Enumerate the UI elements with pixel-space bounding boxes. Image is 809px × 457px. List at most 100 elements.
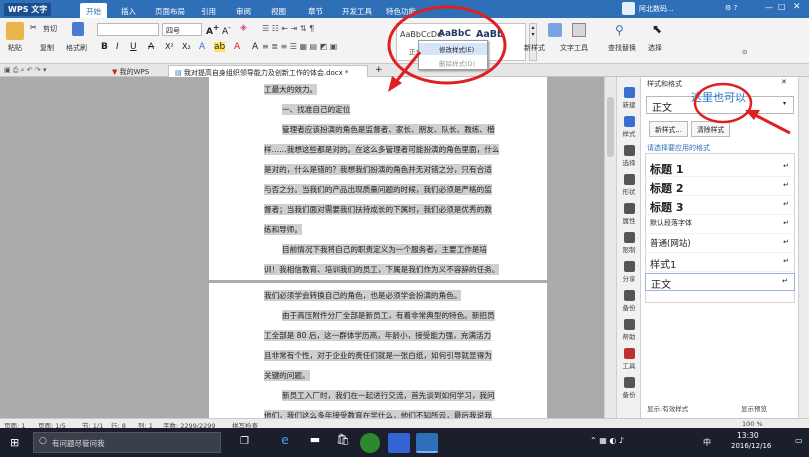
tab-my-wps[interactable]: ▼ 我的WPS [106, 65, 155, 77]
current-style-dropdown-icon[interactable]: ▾ [783, 100, 786, 107]
style-preview-heading1[interactable]: AaBbC [438, 29, 471, 39]
text-line[interactable]: 目前情况下我将自己的职责定义为一个服务者，主要工作是培 [282, 242, 538, 259]
user-name[interactable]: 阿北数码... [639, 4, 674, 14]
clear-style-button[interactable]: 清除样式 [691, 121, 731, 137]
document-page-2[interactable]: 我们必须学会转换自己的角色，也是必须学会扮演的角色。由于高压附件分厂全部是新员工… [209, 283, 547, 421]
windows-start-icon[interactable]: ⊞ [10, 436, 19, 449]
document-scrollbar[interactable] [604, 77, 616, 418]
char-border-icon[interactable]: A [252, 42, 258, 52]
tab-view[interactable]: 视图 [265, 3, 292, 18]
cut-button[interactable]: 剪切 [43, 24, 57, 34]
strikethrough-icon[interactable]: A [148, 42, 154, 52]
new-style-panel-button[interactable]: 新样式... [649, 121, 688, 137]
document-page-1[interactable]: 工最大的效力。一、找准自己的定位 管理者应该扮演的角色是监督者、家长、朋友、队长、… [209, 77, 547, 280]
style-item-0[interactable]: 标题 1 ↵ [645, 159, 795, 177]
text-line[interactable]: 一、找准自己的定位 [282, 102, 538, 119]
task-view-icon[interactable]: ❐ [240, 436, 249, 447]
find-replace-icon[interactable]: ⚲ [615, 23, 624, 37]
close-icon[interactable]: ✕ [793, 2, 801, 12]
minimize-icon[interactable]: — [765, 3, 773, 12]
ime-indicator[interactable]: 中 [703, 437, 711, 448]
sidebar-item-2[interactable]: 选择 [617, 143, 641, 173]
font-color-icon[interactable]: A [234, 42, 240, 52]
scroll-thumb[interactable] [607, 97, 614, 157]
format-painter-button[interactable]: 格式刷 [66, 43, 87, 53]
text-tools-button[interactable]: 文字工具 [560, 43, 588, 53]
comment-label-icon[interactable]: ⊙ [742, 48, 747, 56]
text-line[interactable]: 练和导师。 [264, 222, 538, 239]
text-line[interactable]: 与否之分。当我们的产品出现质量问题的时候，我们必须是严格的监 [264, 182, 538, 199]
font-size-select[interactable]: 四号 [162, 23, 202, 36]
text-line[interactable]: 且非常有个性，对于企业的责任们就是一张白纸，如何引导就显得为 [264, 348, 538, 365]
tray-icons[interactable]: ⌃ ▦ ◐ ♪ [590, 436, 624, 445]
window-controls-extra-icon[interactable]: ⚙ ? [725, 4, 737, 12]
modify-style-item[interactable]: 修改样式(E) [419, 43, 487, 55]
align-tools-icon[interactable]: ≡ ≣ ≡ ☰ ▦ ▤ ◩ ▣ [262, 42, 337, 51]
explorer-icon[interactable]: ▬ [304, 433, 326, 453]
wps-logo[interactable]: WPS 文字 [4, 3, 52, 16]
copy-button[interactable]: 复制 [40, 43, 54, 53]
sidebar-item-1[interactable]: 样式 [617, 114, 641, 144]
style-item-2[interactable]: 标题 3 ↵ [645, 197, 795, 215]
text-line[interactable]: 工最大的效力。 [264, 82, 538, 99]
style-preview-normal[interactable]: AaBbCcDd [400, 30, 442, 39]
document-area[interactable]: 工最大的效力。一、找准自己的定位 管理者应该扮演的角色是监督者、家长、朋友、队长、… [0, 77, 616, 421]
wps-taskbar-icon[interactable] [416, 433, 438, 453]
taskbar-search[interactable]: ○ 有问题尽管问我 [33, 432, 221, 453]
text-line[interactable]: 管理者应该扮演的角色是监督者、家长、朋友、队长、教练、楷 [282, 122, 538, 139]
clear-format-icon[interactable]: ◈ [240, 23, 247, 33]
right-scrollbar[interactable] [798, 77, 809, 418]
style-preview-heading2[interactable]: AaBb [476, 29, 504, 40]
text-line[interactable]: 训！我相信教育、培训我们的员工，下属是我们作为义不容辞的任务。 [264, 262, 538, 279]
add-tab-button[interactable]: + [369, 63, 389, 75]
tab-special[interactable]: 特色功能 [380, 3, 422, 18]
text-line[interactable]: 工全部是 80 后，这一群体学历高，年龄小，接受能力强，充满活力 [264, 328, 538, 345]
tab-developer[interactable]: 开发工具 [336, 3, 378, 18]
new-style-button[interactable]: 新样式 [524, 43, 545, 53]
superscript-icon[interactable]: X² [165, 42, 174, 51]
format-painter-icon[interactable] [72, 22, 84, 36]
select-icon[interactable]: ⬉ [652, 22, 662, 36]
tab-page-layout[interactable]: 页面布局 [149, 3, 191, 18]
font-name-select[interactable] [97, 23, 159, 36]
grow-font-icon[interactable]: A+ [206, 23, 219, 37]
sidebar-item-3[interactable]: 形状 [617, 172, 641, 202]
show-preview-label[interactable]: 显示预览 [741, 403, 767, 413]
text-line[interactable]: 样……我想这些都是对的。在这么多管理者可能扮演的角色里面，什么 [264, 142, 538, 159]
tab-start[interactable]: 开始 [80, 3, 107, 18]
text-line[interactable]: 由于高压附件分厂全部是新员工，有着非常典型的特色。新招员 [282, 308, 538, 325]
baidu-icon[interactable] [388, 433, 410, 453]
sidebar-item-7[interactable]: 备份 [617, 288, 641, 318]
new-style-icon[interactable] [548, 23, 562, 37]
style-gallery-scroll[interactable]: ▴ ▾ [529, 23, 537, 61]
tab-review[interactable]: 审阅 [230, 3, 257, 18]
paragraph-tools-icon[interactable]: ☰ ☷ ⇤ ⇥ ⇅ ¶ [262, 24, 314, 33]
find-replace-button[interactable]: 查找替换 [608, 43, 636, 53]
delete-style-item[interactable]: 删除样式(D) [439, 58, 475, 68]
sidebar-item-10[interactable]: 备份 [617, 375, 641, 405]
user-avatar[interactable] [622, 2, 635, 15]
style-item-6[interactable]: 正文 ↵ [645, 273, 795, 291]
text-line[interactable]: 督者；当我们面对需要我们扶持成长的下属时，我们必须是优秀的教 [264, 202, 538, 219]
sidebar-item-9[interactable]: 工具 [617, 346, 641, 376]
text-line[interactable]: 是对的，什么是错的？我想我们扮演的角色并无对错之分，只有合适 [264, 162, 538, 179]
wechat-icon[interactable] [360, 433, 380, 453]
edge-icon[interactable]: e [274, 433, 296, 453]
highlight-icon[interactable]: ab [214, 42, 226, 52]
sidebar-item-6[interactable]: 分享 [617, 259, 641, 289]
text-line[interactable]: 关键的问题。 [264, 368, 538, 385]
text-effect-icon[interactable]: A [199, 42, 205, 52]
style-item-1[interactable]: 标题 2 ↵ [645, 178, 795, 196]
notification-icon[interactable]: ▭ [795, 436, 803, 445]
paste-icon[interactable] [6, 22, 24, 40]
show-style-label[interactable]: 显示:有效样式 [647, 403, 688, 413]
quick-access-icons[interactable]: ▣ ⎙ ⌕ ↶ ↷ ▾ [4, 66, 47, 75]
sidebar-item-5[interactable]: 限制 [617, 230, 641, 260]
paste-label[interactable]: 粘贴 [8, 43, 22, 53]
text-line[interactable]: 我们必须学会转换自己的角色，也是必须学会扮演的角色。 [264, 288, 538, 305]
store-icon[interactable]: 🛍 [332, 433, 354, 453]
maximize-icon[interactable]: □ [778, 2, 786, 11]
scissors-icon[interactable]: ✂ [30, 23, 37, 32]
tab-document[interactable]: ▤ 我对提高自身组织领导能力及创新工作的体会.docx * [168, 65, 368, 77]
style-item-5[interactable]: 样式1 ↵ [645, 254, 795, 272]
